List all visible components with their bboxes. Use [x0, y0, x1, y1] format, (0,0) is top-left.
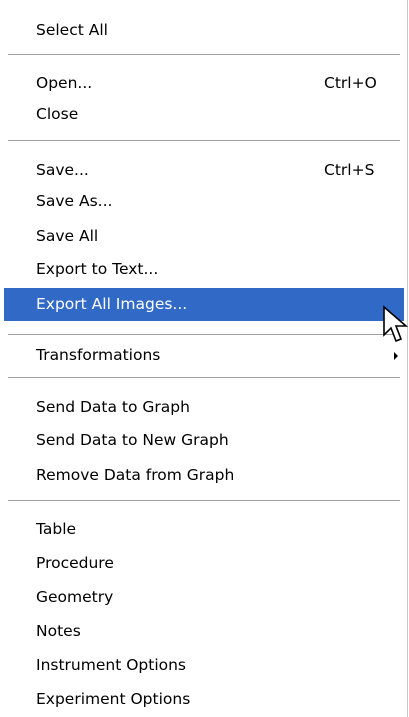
menu-item-notes[interactable]: Notes	[4, 616, 404, 647]
menu-item-label: Instrument Options	[36, 656, 187, 674]
context-menu: Select All Open... Ctrl+O Close Save... …	[0, 0, 408, 717]
menu-item-send-data-to-new-graph[interactable]: Send Data to New Graph	[4, 425, 404, 456]
menu-item-save-all[interactable]: Save All	[4, 221, 404, 252]
menu-item-save-as[interactable]: Save As...	[4, 186, 404, 217]
menu-item-save[interactable]: Save... Ctrl+S	[4, 155, 404, 186]
menu-item-label: Export to Text...	[36, 260, 159, 278]
menu-item-label: Save As...	[36, 192, 113, 210]
menu-item-label: Notes	[36, 622, 81, 640]
menu-item-label: Send Data to New Graph	[36, 431, 229, 449]
menu-item-select-all[interactable]: Select All	[4, 15, 404, 46]
menu-item-label: Save...	[36, 161, 89, 179]
menu-item-send-data-to-graph[interactable]: Send Data to Graph	[4, 392, 404, 423]
menu-separator	[8, 54, 400, 56]
menu-item-label: Send Data to Graph	[36, 398, 190, 416]
menu-item-transformations[interactable]: Transformations	[4, 340, 404, 371]
menu-item-label: Procedure	[36, 554, 114, 572]
menu-item-open[interactable]: Open... Ctrl+O	[4, 68, 404, 99]
menu-item-label: Open...	[36, 74, 93, 92]
menu-item-shortcut: Ctrl+O	[324, 74, 377, 92]
menu-item-label: Geometry	[36, 588, 114, 606]
menu-item-remove-data-from-graph[interactable]: Remove Data from Graph	[4, 460, 404, 491]
menu-item-label: Close	[36, 105, 79, 123]
mouse-pointer-icon	[383, 305, 408, 343]
menu-item-export-to-text[interactable]: Export to Text...	[4, 254, 404, 285]
menu-item-instrument-options[interactable]: Instrument Options	[4, 650, 404, 681]
menu-separator	[8, 334, 400, 336]
menu-separator	[8, 140, 400, 142]
menu-item-procedure[interactable]: Procedure	[4, 548, 404, 579]
menu-item-label: Transformations	[36, 346, 161, 364]
menu-separator	[8, 377, 400, 379]
menu-item-label: Experiment Options	[36, 690, 191, 708]
menu-item-geometry[interactable]: Geometry	[4, 582, 404, 613]
menu-item-experiment-options[interactable]: Experiment Options	[4, 684, 404, 715]
menu-item-label: Export All Images...	[36, 295, 188, 313]
menu-item-label: Remove Data from Graph	[36, 466, 235, 484]
submenu-arrow-icon	[394, 352, 398, 360]
menu-item-label: Select All	[36, 21, 108, 39]
menu-item-label: Table	[36, 520, 77, 538]
menu-item-shortcut: Ctrl+S	[324, 161, 375, 179]
menu-item-table[interactable]: Table	[4, 514, 404, 545]
menu-item-label: Save All	[36, 227, 99, 245]
menu-item-close[interactable]: Close	[4, 99, 404, 130]
menu-item-export-all-images[interactable]: Export All Images...	[4, 288, 404, 321]
menu-separator	[8, 500, 400, 502]
